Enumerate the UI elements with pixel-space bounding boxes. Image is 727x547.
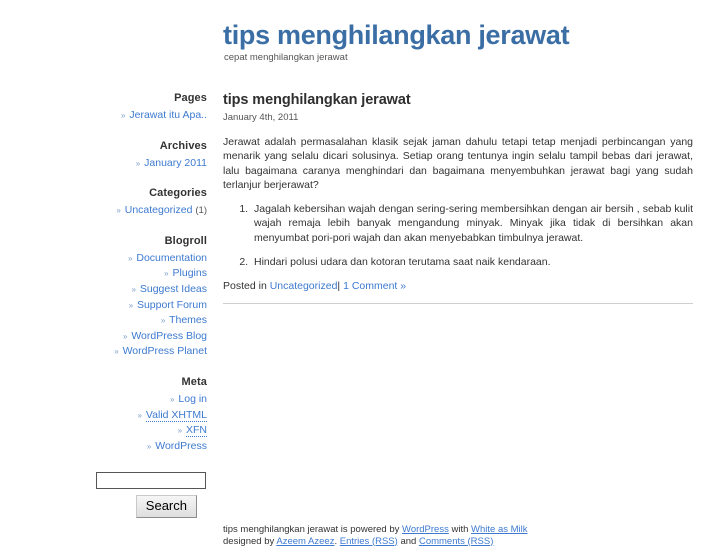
sidebar-link-plugins[interactable]: Plugins (173, 267, 207, 279)
list-item: Jagalah kebersihan wajah dengan sering-s… (251, 202, 693, 245)
widget-categories: Categories » Uncategorized (1) (0, 185, 207, 219)
list-item: » WordPress (0, 439, 207, 455)
post-category-link[interactable]: Uncategorized (270, 280, 338, 292)
xfn-abbr: XFN (186, 424, 207, 437)
bullet-icon: » (164, 269, 169, 278)
bullet-icon: » (178, 426, 183, 435)
list-item: » WordPress Blog (0, 329, 207, 345)
footer-text-powered-by: tips menghilangkan jerawat is powered by (223, 524, 399, 535)
sidebar-link-xfn[interactable]: XFN (186, 424, 207, 437)
site-title: tips menghilangkan jerawat (223, 19, 569, 51)
bullet-icon: » (121, 111, 126, 120)
list-item: » Plugins (0, 266, 207, 282)
site-tagline: cepat menghilangkan jerawat (224, 52, 348, 64)
sidebar-link-valid-xhtml[interactable]: Valid XHTML (146, 409, 207, 422)
search-widget: Search (0, 472, 207, 518)
sidebar-link-documentation[interactable]: Documentation (136, 252, 207, 264)
widget-meta: Meta » Log in » Valid XHTML » XFN » Word… (0, 374, 207, 454)
sidebar-link-wordpress[interactable]: WordPress (155, 440, 207, 452)
bullet-icon: » (116, 206, 121, 215)
sidebar-link-jerawat-itu-apa[interactable]: Jerawat itu Apa.. (129, 109, 207, 121)
list-item: » Log in (0, 392, 207, 408)
bullet-icon: » (114, 347, 119, 356)
meta-separator: | (337, 280, 340, 292)
valid-xhtml-abbr: Valid XHTML (146, 409, 207, 422)
list-item: » XFN (0, 423, 207, 439)
bullet-icon: » (128, 254, 133, 263)
sidebar-link-wordpress-blog[interactable]: WordPress Blog (131, 330, 207, 342)
post-paragraph: Jerawat adalah permasalahan klasik sejak… (223, 135, 693, 192)
bullet-icon: » (123, 332, 128, 341)
site-header: tips menghilangkan jerawat cepat menghil… (0, 0, 727, 78)
footer-link-wordpress[interactable]: WordPress (402, 524, 449, 535)
widget-list-pages: » Jerawat itu Apa.. (0, 108, 207, 124)
widget-pages: Pages » Jerawat itu Apa.. (0, 90, 207, 124)
footer-text-with: with (451, 524, 468, 535)
list-item: » January 2011 (0, 156, 207, 172)
list-item: » Support Forum (0, 298, 207, 314)
widget-archives: Archives » January 2011 (0, 138, 207, 172)
list-item: » Uncategorized (1) (0, 203, 207, 219)
widget-title-categories: Categories (0, 185, 207, 201)
bullet-icon: » (136, 159, 141, 168)
list-item: » Documentation (0, 251, 207, 267)
bullet-icon: » (161, 316, 166, 325)
bullet-icon: » (131, 285, 136, 294)
site-title-link[interactable]: tips menghilangkan jerawat (223, 20, 569, 50)
site-footer: tips menghilangkan jerawat is powered by… (223, 524, 693, 547)
widget-list-meta: » Log in » Valid XHTML » XFN » WordPress (0, 392, 207, 454)
list-item: » Themes (0, 313, 207, 329)
search-input[interactable] (96, 472, 206, 489)
sidebar: Pages » Jerawat itu Apa.. Archives » Jan… (0, 90, 207, 518)
list-item: » Suggest Ideas (0, 282, 207, 298)
main-content: tips menghilangkan jerawat January 4th, … (223, 90, 693, 305)
post-divider (223, 303, 693, 304)
sidebar-link-support-forum[interactable]: Support Forum (137, 299, 207, 311)
sidebar-link-january-2011[interactable]: January 2011 (144, 157, 207, 169)
search-button[interactable]: Search (136, 495, 197, 518)
bullet-icon: » (147, 442, 152, 451)
sidebar-link-suggest-ideas[interactable]: Suggest Ideas (140, 283, 207, 295)
bullet-icon: » (138, 411, 143, 420)
widget-title-meta: Meta (0, 374, 207, 390)
sidebar-link-themes[interactable]: Themes (169, 314, 207, 326)
sidebar-link-wordpress-planet[interactable]: WordPress Planet (123, 345, 207, 357)
widget-title-blogroll: Blogroll (0, 233, 207, 249)
sidebar-link-uncategorized[interactable]: Uncategorized (125, 204, 193, 216)
footer-line-2: designed by Azeem Azeez. Entries (RSS) a… (223, 536, 693, 547)
list-item: Hindari polusi udara dan kotoran terutam… (251, 255, 693, 269)
sidebar-link-log-in[interactable]: Log in (178, 393, 207, 405)
list-item: » WordPress Planet (0, 344, 207, 360)
footer-link-white-as-milk[interactable]: White as Milk (471, 524, 527, 535)
list-item: » Valid XHTML (0, 408, 207, 424)
page-root: tips menghilangkan jerawat cepat menghil… (0, 0, 727, 545)
post-title: tips menghilangkan jerawat (223, 90, 693, 110)
post-body: Jerawat adalah permasalahan klasik sejak… (223, 135, 693, 269)
posted-in-label: Posted in (223, 280, 267, 292)
footer-line-1: tips menghilangkan jerawat is powered by… (223, 524, 693, 536)
widget-blogroll: Blogroll » Documentation » Plugins » Sug… (0, 233, 207, 360)
widget-list-archives: » January 2011 (0, 156, 207, 172)
widget-list-categories: » Uncategorized (1) (0, 203, 207, 219)
widget-list-blogroll: » Documentation » Plugins » Suggest Idea… (0, 251, 207, 360)
list-item: » Jerawat itu Apa.. (0, 108, 207, 124)
post-metadata: Posted in Uncategorized| 1 Comment » (223, 279, 693, 294)
category-count: (1) (195, 205, 207, 216)
post-date: January 4th, 2011 (223, 111, 693, 124)
widget-title-pages: Pages (0, 90, 207, 106)
bullet-icon: » (129, 301, 134, 310)
post-comments-link[interactable]: 1 Comment » (343, 280, 406, 292)
widget-title-archives: Archives (0, 138, 207, 154)
bullet-icon: » (170, 395, 175, 404)
post-ordered-list: Jagalah kebersihan wajah dengan sering-s… (223, 202, 693, 269)
